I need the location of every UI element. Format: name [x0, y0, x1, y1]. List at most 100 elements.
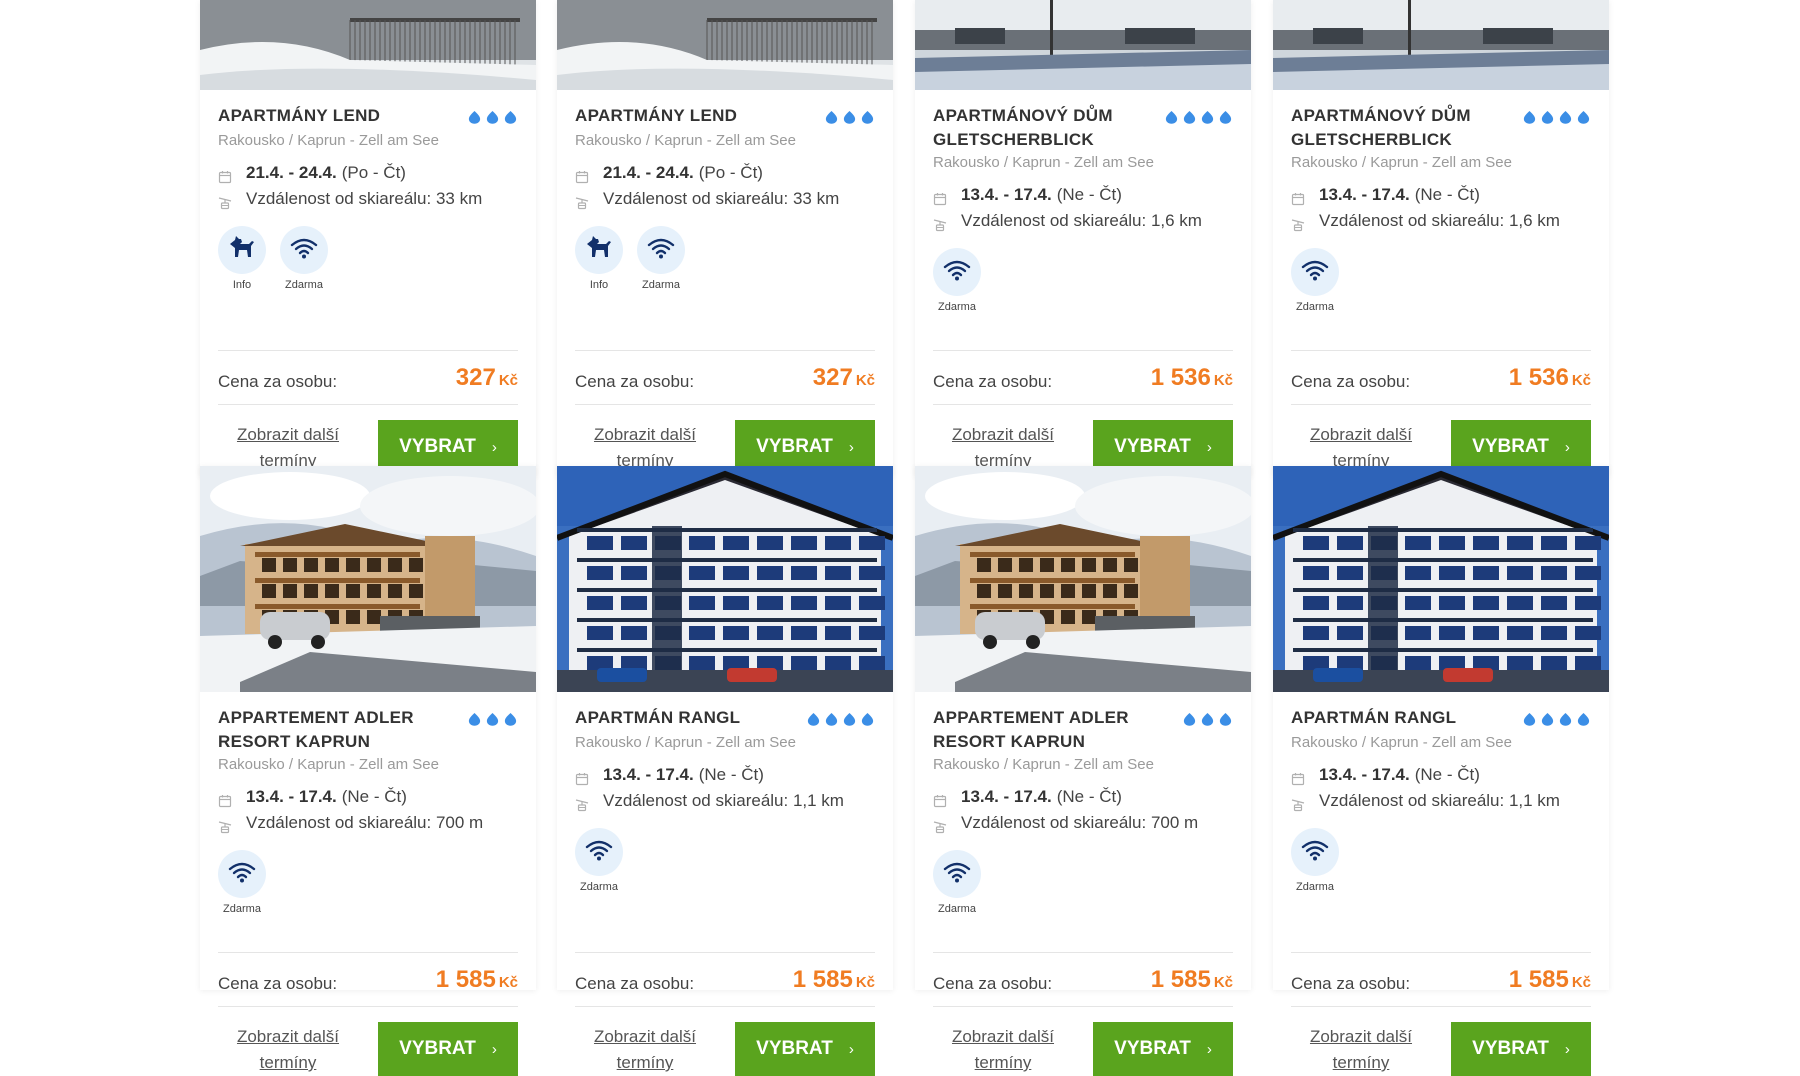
distance-line: Vzdálenost od skiareálu: 33 km [575, 186, 875, 212]
accommodation-photo[interactable] [557, 0, 893, 90]
select-button-label: VYBRAT [399, 1038, 476, 1059]
amenity-label: Zdarma [285, 279, 323, 291]
wifi-icon [943, 259, 971, 286]
accommodation-card[interactable]: APPARTEMENT ADLER RESORT KAPRUN Rakousko… [200, 466, 536, 1076]
price-label: Cena za osobu: [1291, 372, 1411, 391]
accommodation-photo[interactable] [915, 0, 1251, 90]
amenity-item[interactable]: Info [218, 226, 266, 291]
accommodation-photo[interactable] [557, 466, 893, 692]
distance-text: Vzdálenost od skiareálu: 33 km [246, 189, 483, 208]
price-amount: 1 585 [1150, 966, 1211, 993]
date-line: 13.4. - 17.4. (Ne - Čt) [933, 784, 1233, 810]
distance-line: Vzdálenost od skiareálu: 1,6 km [933, 208, 1233, 234]
date-range: 13.4. - 17.4. [603, 765, 694, 784]
divider [218, 1006, 518, 1007]
wifi-icon [290, 237, 318, 264]
accommodation-card[interactable]: APARTMÁNOVÝ DŮM GLETSCHERBLICK Rakousko … [915, 0, 1251, 476]
accommodation-title[interactable]: APARTMÁN RANGL [1291, 706, 1456, 730]
rating-drop-icon [1182, 110, 1197, 130]
price-label: Cena za osobu: [933, 974, 1053, 993]
amenity-badge [637, 226, 685, 274]
rating-stars [467, 104, 518, 130]
ski-lift-icon [575, 192, 589, 210]
accommodation-title[interactable]: APARTMÁN RANGL [575, 706, 740, 730]
location-text: Rakousko / Kaprun - Zell am See [1291, 154, 1512, 171]
amenity-label: Zdarma [938, 903, 976, 915]
select-button[interactable]: VYBRAT › [1451, 1022, 1591, 1076]
amenity-item[interactable]: Zdarma [1291, 828, 1339, 893]
calendar-icon [218, 790, 232, 808]
amenity-badge [218, 226, 266, 274]
accommodation-photo[interactable] [1273, 466, 1609, 692]
rating-drop-icon [1182, 712, 1197, 732]
rating-stars [467, 706, 518, 732]
amenity-item[interactable]: Zdarma [218, 850, 266, 915]
currency: Kč [855, 974, 875, 991]
accommodation-card[interactable]: APARTMÁN RANGL Rakousko / Kaprun - Zell … [557, 466, 893, 1076]
amenity-item[interactable]: Zdarma [637, 226, 685, 291]
accommodation-photo[interactable] [915, 466, 1251, 692]
amenity-badge [575, 828, 623, 876]
rating-drop-icon [860, 110, 875, 130]
accommodation-title[interactable]: APARTMÁNOVÝ DŮM GLETSCHERBLICK [933, 104, 1158, 152]
more-dates-link[interactable]: Zobrazit další termíny [933, 1024, 1073, 1076]
accommodation-photo[interactable] [200, 466, 536, 692]
accommodation-card[interactable]: APARTMÁNY LEND Rakousko / Kaprun - Zell … [200, 0, 536, 476]
accommodation-title[interactable]: APARTMÁNY LEND [575, 104, 737, 128]
location-text: Rakousko / Kaprun - Zell am See [1291, 734, 1512, 751]
rating-drop-icon [1164, 110, 1179, 130]
accommodation-title[interactable]: APARTMÁNOVÝ DŮM GLETSCHERBLICK [1291, 104, 1516, 152]
accommodation-card[interactable]: APARTMÁNY LEND Rakousko / Kaprun - Zell … [557, 0, 893, 476]
amenity-item[interactable]: Zdarma [575, 828, 623, 893]
divider [218, 952, 518, 953]
more-dates-link[interactable]: Zobrazit další termíny [575, 1024, 715, 1076]
weekday-range: (Ne - Čt) [1056, 787, 1122, 806]
calendar-icon [575, 166, 589, 184]
price-label: Cena za osobu: [933, 372, 1053, 391]
accommodation-title[interactable]: APPARTEMENT ADLER RESORT KAPRUN [218, 706, 443, 754]
accommodation-title[interactable]: APARTMÁNY LEND [218, 104, 380, 128]
select-button[interactable]: VYBRAT › [1093, 1022, 1233, 1076]
amenity-item[interactable]: Zdarma [933, 850, 981, 915]
price-label: Cena za osobu: [1291, 974, 1411, 993]
date-line: 13.4. - 17.4. (Ne - Čt) [933, 182, 1233, 208]
divider [1291, 952, 1591, 953]
amenity-label: Zdarma [1296, 301, 1334, 313]
accommodation-card[interactable]: APPARTEMENT ADLER RESORT KAPRUN Rakousko… [915, 466, 1251, 1076]
accommodation-photo[interactable] [1273, 0, 1609, 90]
rating-drop-icon [1218, 110, 1233, 130]
wifi-icon [585, 839, 613, 866]
amenity-label: Zdarma [642, 279, 680, 291]
price-amount: 327 [455, 364, 496, 391]
price-value: 327 Kč [456, 364, 518, 392]
accommodation-title[interactable]: APPARTEMENT ADLER RESORT KAPRUN [933, 706, 1158, 754]
more-dates-link[interactable]: Zobrazit další termíny [218, 1024, 358, 1076]
rating-drop-icon [485, 712, 500, 732]
select-button[interactable]: VYBRAT › [735, 1022, 875, 1076]
rating-drop-icon [503, 712, 518, 732]
price-amount: 327 [812, 364, 853, 391]
date-range: 13.4. - 17.4. [961, 787, 1052, 806]
select-button[interactable]: VYBRAT › [378, 1022, 518, 1076]
rating-drop-icon [1200, 712, 1215, 732]
calendar-icon [933, 790, 947, 808]
amenity-badge [1291, 828, 1339, 876]
accommodation-card[interactable]: APARTMÁN RANGL Rakousko / Kaprun - Zell … [1273, 466, 1609, 1076]
select-button-label: VYBRAT [756, 1038, 833, 1059]
rating-drop-icon [485, 110, 500, 130]
rating-stars [1522, 706, 1591, 732]
amenity-item[interactable]: Zdarma [933, 248, 981, 313]
divider [218, 350, 518, 351]
rating-drop-icon [824, 110, 839, 130]
distance-line: Vzdálenost od skiareálu: 700 m [218, 810, 518, 836]
amenity-label: Zdarma [938, 301, 976, 313]
date-range: 13.4. - 17.4. [1319, 185, 1410, 204]
accommodation-photo[interactable] [200, 0, 536, 90]
amenity-item[interactable]: Info [575, 226, 623, 291]
amenity-item[interactable]: Zdarma [280, 226, 328, 291]
date-line: 21.4. - 24.4. (Po - Čt) [218, 160, 518, 186]
more-dates-link[interactable]: Zobrazit další termíny [1291, 1024, 1431, 1076]
amenity-item[interactable]: Zdarma [1291, 248, 1339, 313]
accommodation-card[interactable]: APARTMÁNOVÝ DŮM GLETSCHERBLICK Rakousko … [1273, 0, 1609, 476]
date-range: 13.4. - 17.4. [246, 787, 337, 806]
